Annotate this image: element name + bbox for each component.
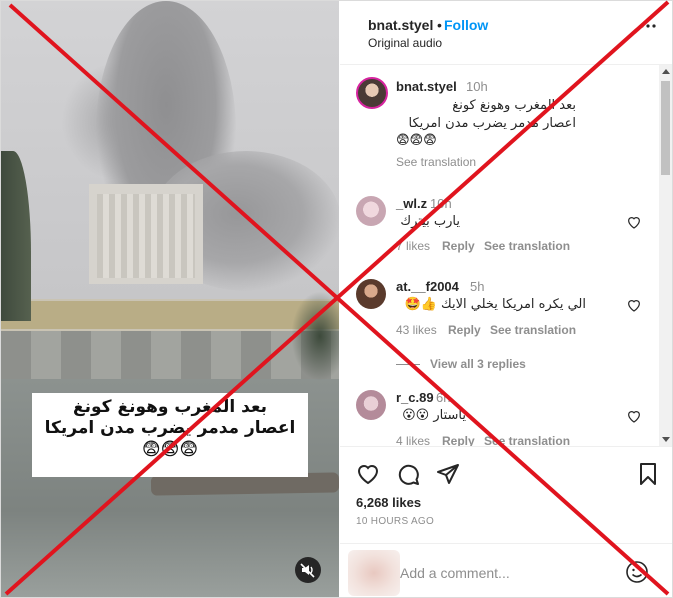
muted-speaker-icon [300, 563, 315, 578]
view-replies-button[interactable]: View all 3 replies [430, 357, 526, 371]
comment-text: ياستار 😮😮 [402, 408, 466, 423]
palm-tree [291, 291, 339, 381]
caption-line: اعصار مدمر يضرب مدن امريكا [44, 418, 296, 438]
comment-likes[interactable]: 43 likes [396, 323, 437, 337]
comments-list[interactable]: bnat.styel 10h بعد المغرب وهونغ كونغ اعص… [340, 65, 672, 446]
avatar[interactable] [356, 77, 388, 109]
avatar [348, 550, 400, 596]
heart-icon[interactable] [626, 297, 642, 313]
emoji-smiley-icon[interactable] [625, 560, 649, 584]
comment-username[interactable]: r_c.89 [396, 390, 434, 405]
paper-plane-icon[interactable] [436, 462, 460, 486]
video-player[interactable]: بعد المغرب وهونغ كونغ اعصار مدمر يضرب مد… [1, 1, 339, 597]
avatar[interactable] [356, 196, 386, 226]
comment-time: 5h [470, 279, 485, 294]
reply-button[interactable]: Reply [442, 434, 475, 446]
caption-line: بعد المغرب وهونغ كونغ [73, 397, 267, 417]
see-translation-link[interactable]: See translation [396, 155, 476, 169]
heart-icon[interactable] [356, 462, 380, 486]
storefront-windows [1, 331, 339, 381]
comment-time: 6h [436, 390, 451, 405]
avatar[interactable] [356, 390, 386, 420]
comment-username[interactable]: bnat.styel [396, 79, 457, 94]
follow-button[interactable]: Follow [444, 17, 488, 33]
see-translation-link[interactable]: See translation [484, 434, 570, 446]
avatar[interactable] [356, 279, 386, 309]
add-comment-input[interactable]: Add a comment... [400, 565, 510, 581]
comment-emojis: 😨😨😨 [396, 133, 437, 148]
scroll-up-arrow-icon[interactable] [662, 69, 670, 74]
view-replies-line [396, 364, 420, 365]
caption-emojis: 😨😨😨 [141, 439, 199, 460]
scroll-thumb[interactable] [661, 81, 670, 175]
comment-text: الي يكره امريكا يخلي الايك 👍🤩 [404, 297, 586, 312]
storefront-sign-band [1, 301, 339, 329]
reply-button[interactable]: Reply [442, 239, 475, 253]
bookmark-icon[interactable] [636, 462, 660, 486]
header-username[interactable]: bnat.styel [368, 17, 433, 33]
comment-likes[interactable]: 7 likes [396, 239, 430, 253]
post-timestamp: 10 HOURS AGO [356, 516, 435, 527]
see-translation-link[interactable]: See translation [490, 323, 576, 337]
mute-button[interactable] [295, 557, 321, 583]
comments-scrollbar[interactable] [659, 65, 672, 446]
audio-label[interactable]: Original audio [368, 36, 442, 50]
heart-icon[interactable] [626, 408, 642, 424]
scroll-down-arrow-icon[interactable] [662, 437, 670, 442]
see-translation-link[interactable]: See translation [484, 239, 570, 253]
comment-likes[interactable]: 4 likes [396, 434, 430, 446]
heart-icon[interactable] [626, 214, 642, 230]
action-bar: 6,268 likes 10 HOURS AGO [340, 446, 672, 547]
reply-button[interactable]: Reply [448, 323, 481, 337]
comment-username[interactable]: _wl.z [396, 196, 427, 211]
building [89, 184, 203, 284]
instagram-post-window: بعد المغرب وهونغ كونغ اعصار مدمر يضرب مد… [0, 0, 673, 598]
comment-text: يارب بيترك [400, 214, 460, 229]
video-caption: بعد المغرب وهونغ كونغ اعصار مدمر يضرب مد… [32, 393, 308, 477]
comment-username[interactable]: at.__f2004 [396, 279, 459, 294]
separator-dot: • [437, 17, 442, 33]
likes-count[interactable]: 6,268 likes [356, 495, 421, 510]
comment-time: 10h [466, 79, 488, 94]
add-comment-bar: Add a comment... [340, 543, 672, 597]
comment-text: بعد المغرب وهونغ كونغ [452, 98, 576, 113]
comment-time: 10h [430, 196, 452, 211]
post-header: bnat.styel • Follow Original audio [340, 1, 672, 65]
comment-bubble-icon[interactable] [396, 462, 420, 486]
more-horizontal-icon[interactable] [638, 19, 658, 33]
comment-text: اعصار مدمر يضرب مدن امريكا [408, 116, 576, 131]
